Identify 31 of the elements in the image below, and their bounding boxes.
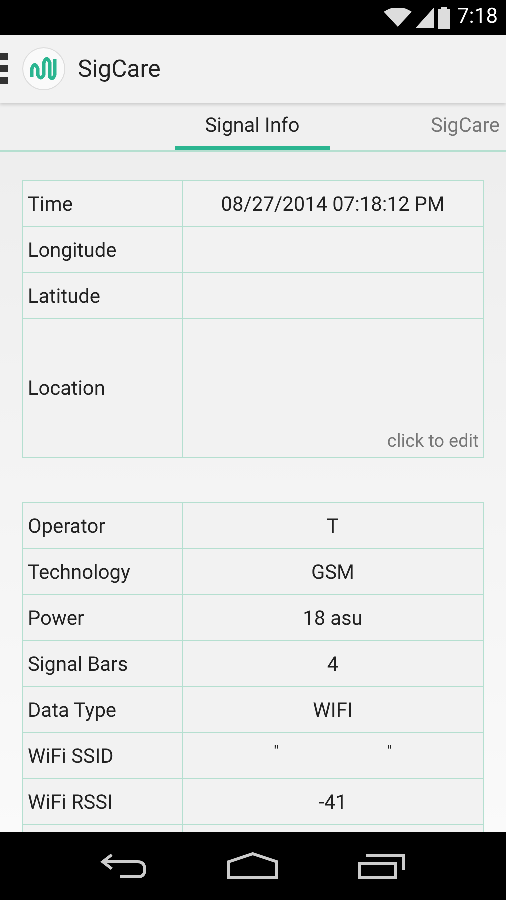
recent-apps-icon[interactable] bbox=[358, 852, 406, 880]
quote-mark: " bbox=[387, 740, 392, 762]
row-label: Power bbox=[28, 604, 84, 632]
row-label: Signal Bars bbox=[28, 650, 128, 678]
row-label: WiFi RSSI bbox=[28, 788, 113, 816]
row-value: -41 bbox=[318, 788, 347, 816]
menu-icon[interactable] bbox=[0, 51, 8, 87]
clock: 7:18 bbox=[458, 4, 498, 31]
wifi-icon bbox=[384, 8, 412, 28]
edit-hint[interactable]: click to edit bbox=[387, 428, 479, 455]
row-label: Data Type bbox=[28, 696, 117, 724]
row-label: Technology bbox=[28, 558, 130, 586]
row-label: WiFi SSID bbox=[28, 742, 114, 770]
quote-mark: " bbox=[274, 740, 279, 762]
battery-icon bbox=[438, 6, 450, 28]
row-label: Operator bbox=[28, 512, 106, 540]
row-value: WIFI bbox=[313, 696, 353, 724]
app-title: SigCare bbox=[78, 54, 161, 85]
back-icon[interactable] bbox=[100, 852, 148, 880]
home-icon[interactable] bbox=[226, 852, 279, 880]
row-value: 08/27/2014 07:18:12 PM bbox=[221, 190, 445, 218]
cell-signal-icon bbox=[416, 8, 434, 28]
row-label: Time bbox=[28, 190, 73, 218]
row-value: 18 asu bbox=[303, 604, 363, 632]
row-label: Longitude bbox=[28, 236, 117, 264]
row-value: GSM bbox=[312, 558, 354, 586]
tab[interactable]: SigCare bbox=[430, 103, 506, 150]
row-value: T bbox=[327, 512, 339, 540]
row-label: Latitude bbox=[28, 282, 101, 310]
row-label: Location bbox=[28, 375, 106, 402]
row-value: 4 bbox=[327, 650, 339, 678]
